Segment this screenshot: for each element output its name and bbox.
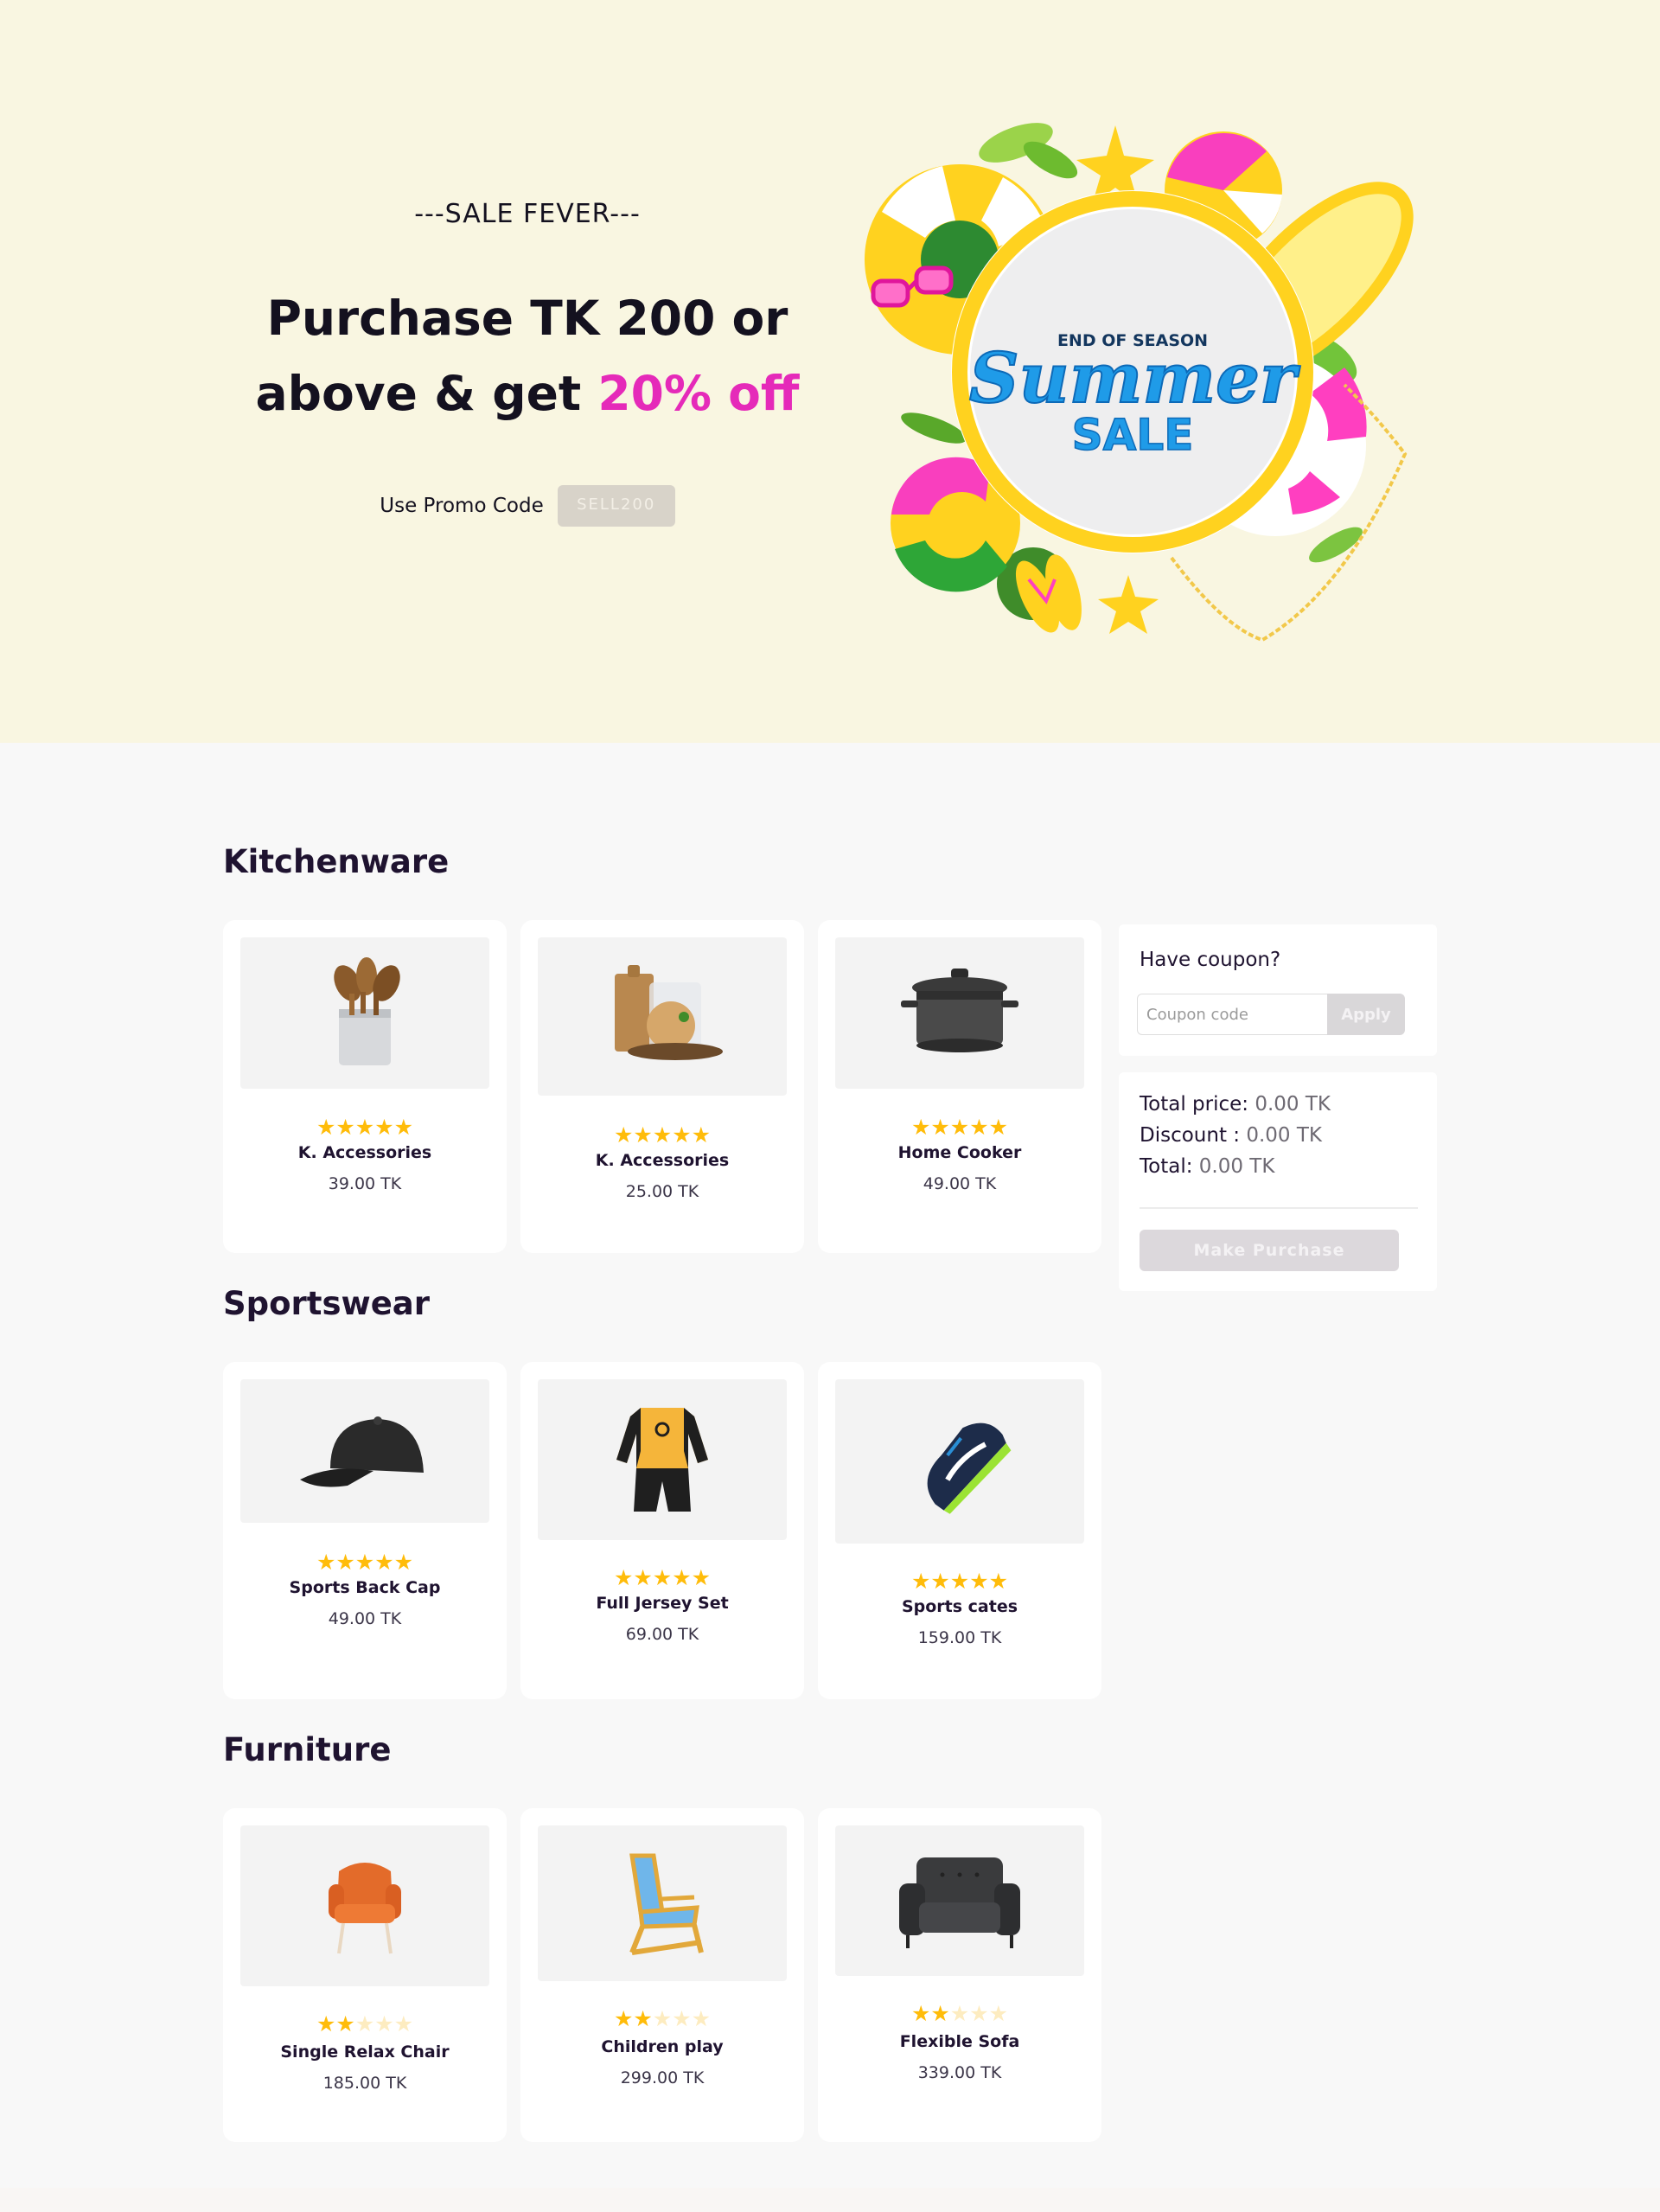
product-price: 49.00 TK bbox=[923, 1174, 997, 1193]
sneaker-icon bbox=[927, 1422, 1012, 1514]
product-name: Full Jersey Set bbox=[596, 1594, 729, 1613]
hero-text: ---SALE FEVER--- Purchase TK 200 or abov… bbox=[225, 199, 830, 527]
product-price: 69.00 TK bbox=[625, 1625, 699, 1644]
armchair-icon bbox=[329, 1863, 401, 1954]
rating-stars: ★★★★★ bbox=[910, 1115, 1009, 1140]
summer-sale-badge: END OF SEASON Summer SALE bbox=[951, 190, 1314, 553]
headline-highlight: 20% off bbox=[597, 366, 800, 421]
product-price: 299.00 TK bbox=[620, 2068, 705, 2087]
coupon-code-input[interactable] bbox=[1137, 994, 1327, 1035]
rating-stars: ★★★★★ bbox=[316, 1115, 414, 1140]
rating-stars: ★★★★★ bbox=[316, 2011, 414, 2036]
product-image bbox=[538, 1379, 787, 1540]
summer-sale-illustration: END OF SEASON Summer SALE bbox=[865, 123, 1414, 643]
rating-stars: ★★★★★ bbox=[910, 2001, 1009, 2026]
badge-script-text: Summer bbox=[969, 337, 1300, 419]
product-image bbox=[835, 937, 1084, 1089]
product-name: Home Cooker bbox=[897, 1143, 1022, 1162]
category-title-furniture: Furniture bbox=[223, 1731, 392, 1768]
product-card[interactable]: ★★★★★ Home Cooker 49.00 TK bbox=[818, 920, 1101, 1253]
badge-bottom-text: SALE bbox=[1072, 410, 1194, 460]
apply-coupon-button[interactable]: Apply bbox=[1327, 994, 1405, 1035]
product-name: K. Accessories bbox=[595, 1151, 730, 1170]
footer-strip bbox=[0, 2188, 1660, 2212]
product-image bbox=[835, 1825, 1084, 1976]
product-price: 49.00 TK bbox=[328, 1609, 402, 1628]
category-title-kitchenware: Kitchenware bbox=[223, 843, 450, 880]
product-image bbox=[240, 1379, 489, 1523]
summary-divider bbox=[1140, 1207, 1418, 1209]
product-card[interactable]: ★★★★★ Sports cates 159.00 TK bbox=[818, 1362, 1101, 1699]
rating-stars: ★★★★★ bbox=[316, 1550, 414, 1575]
rating-stars: ★★★★★ bbox=[613, 2006, 712, 2031]
rating-stars: ★★★★★ bbox=[613, 1122, 712, 1148]
total-price-label: Total price: bbox=[1140, 1093, 1249, 1116]
rating-stars: ★★★★★ bbox=[613, 1565, 712, 1590]
make-purchase-button[interactable]: Make Purchase bbox=[1140, 1230, 1399, 1271]
total-price-value: 0.00 TK bbox=[1255, 1093, 1331, 1116]
discount-label: Discount : bbox=[1140, 1124, 1241, 1147]
product-image bbox=[240, 937, 489, 1089]
product-card[interactable]: ★★★★★ K. Accessories 39.00 TK bbox=[223, 920, 507, 1253]
product-name: Children play bbox=[601, 2037, 724, 2056]
coupon-title: Have coupon? bbox=[1140, 949, 1281, 971]
product-price: 39.00 TK bbox=[328, 1174, 402, 1193]
promo-label: Use Promo Code bbox=[380, 495, 544, 517]
product-card[interactable]: ★★★★★ K. Accessories 25.00 TK bbox=[520, 920, 804, 1253]
product-card[interactable]: ★★★★★ Single Relax Chair 185.00 TK bbox=[223, 1808, 507, 2142]
product-card[interactable]: ★★★★★ Children play 299.00 TK bbox=[520, 1808, 804, 2142]
total-label: Total: bbox=[1140, 1155, 1193, 1178]
product-price: 185.00 TK bbox=[322, 2074, 407, 2093]
discount-value: 0.00 TK bbox=[1246, 1124, 1323, 1147]
category-title-sportswear: Sportswear bbox=[223, 1285, 431, 1322]
headline-line-2: above & get 20% off bbox=[225, 356, 830, 432]
headline-line-2-prefix: above & get bbox=[255, 366, 598, 421]
product-name: K. Accessories bbox=[297, 1143, 432, 1162]
product-image bbox=[538, 1825, 787, 1981]
starfish-small-icon bbox=[1098, 575, 1159, 634]
headline-line-1: Purchase TK 200 or bbox=[266, 291, 788, 346]
product-card[interactable]: ★★★★★ Full Jersey Set 69.00 TK bbox=[520, 1362, 804, 1699]
sofa-icon bbox=[899, 1857, 1020, 1948]
folding-chair-icon bbox=[629, 1853, 704, 1955]
hero-banner: ---SALE FEVER--- Purchase TK 200 or abov… bbox=[0, 0, 1660, 743]
utensil-holder-icon bbox=[334, 956, 400, 1065]
total-price-row: Total price: 0.00 TK bbox=[1140, 1093, 1331, 1116]
hero-headline: Purchase TK 200 or above & get 20% off bbox=[225, 281, 830, 432]
discount-row: Discount : 0.00 TK bbox=[1140, 1124, 1322, 1147]
product-price: 25.00 TK bbox=[625, 1182, 699, 1201]
product-image bbox=[240, 1825, 489, 1986]
cutting-board-icon bbox=[615, 964, 723, 1060]
jersey-icon bbox=[616, 1408, 708, 1512]
coupon-panel: Have coupon? Apply bbox=[1119, 924, 1437, 1056]
product-price: 339.00 TK bbox=[917, 2063, 1002, 2082]
total-row: Total: 0.00 TK bbox=[1140, 1155, 1274, 1178]
order-summary-panel: Total price: 0.00 TK Discount : 0.00 TK … bbox=[1119, 1072, 1437, 1291]
total-value: 0.00 TK bbox=[1198, 1155, 1275, 1178]
product-name: Flexible Sofa bbox=[899, 2032, 1020, 2051]
rating-stars: ★★★★★ bbox=[910, 1569, 1009, 1594]
product-price: 159.00 TK bbox=[917, 1628, 1002, 1647]
hero-eyebrow: ---SALE FEVER--- bbox=[414, 199, 641, 229]
cap-icon bbox=[300, 1416, 424, 1487]
cooking-pot-icon bbox=[901, 968, 1018, 1052]
promo-code-badge: SELL200 bbox=[557, 485, 675, 527]
product-name: Single Relax Chair bbox=[280, 2043, 450, 2062]
product-image bbox=[835, 1379, 1084, 1544]
product-name: Sports Back Cap bbox=[289, 1578, 441, 1597]
product-card[interactable]: ★★★★★ Flexible Sofa 339.00 TK bbox=[818, 1808, 1101, 2142]
product-name: Sports cates bbox=[901, 1597, 1018, 1616]
promo-row: Use Promo Code SELL200 bbox=[225, 485, 830, 527]
product-card[interactable]: ★★★★★ Sports Back Cap 49.00 TK bbox=[223, 1362, 507, 1699]
product-image bbox=[538, 937, 787, 1096]
